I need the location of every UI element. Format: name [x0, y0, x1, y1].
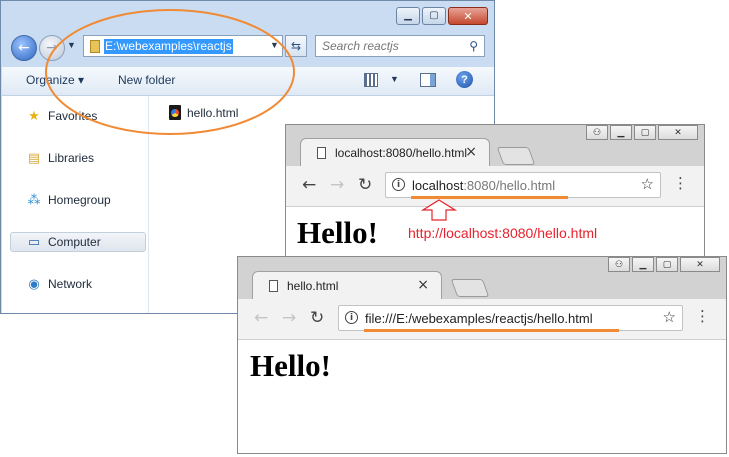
back-button[interactable]: ← [11, 35, 37, 61]
omnibox[interactable]: i localhost:8080/hello.html ☆ [385, 172, 661, 198]
close-button[interactable]: ✕ [680, 257, 720, 272]
reload-icon[interactable]: ↻ [310, 308, 324, 328]
tab-close-icon[interactable]: × [417, 277, 429, 293]
browser-window-localhost: ⚇ ▁ ▢ ✕ localhost:8080/hello.html × ← → … [285, 124, 705, 274]
up-arrow-icon [421, 199, 457, 221]
browser-window-buttons: ⚇ ▁ ▢ ✕ [608, 257, 720, 272]
url-underline [364, 329, 619, 332]
minimize-button[interactable]: ▁ [632, 257, 654, 272]
search-input[interactable] [322, 39, 462, 53]
browser-toolbar: ← → ↻ i localhost:8080/hello.html ☆ ⋮ [286, 166, 704, 207]
close-button[interactable]: ✕ [448, 7, 488, 25]
nav-item-label: Network [48, 277, 93, 291]
maximize-button[interactable]: ▢ [422, 7, 446, 25]
info-icon[interactable]: i [345, 311, 358, 324]
browser-tab[interactable]: localhost:8080/hello.html × [300, 138, 490, 166]
minimize-icon: ▁ [639, 259, 647, 270]
search-box[interactable]: ⚲ [315, 35, 485, 57]
minimize-icon: ▁ [404, 10, 412, 21]
forward-arrow-icon[interactable]: → [330, 175, 344, 195]
browser-window-buttons: ⚇ ▁ ▢ ✕ [586, 125, 698, 140]
new-tab-button[interactable] [450, 279, 490, 297]
profile-button[interactable]: ⚇ [608, 257, 630, 272]
profile-icon: ⚇ [614, 259, 624, 270]
help-icon[interactable]: ? [456, 71, 473, 88]
close-button[interactable]: ✕ [658, 125, 698, 140]
search-icon[interactable]: ⚲ [469, 39, 478, 53]
page-icon [317, 147, 326, 159]
page-viewport: Hello! [238, 340, 726, 453]
maximize-button[interactable]: ▢ [634, 125, 656, 140]
nav-item-libraries[interactable]: ▤ Libraries [26, 148, 94, 168]
nav-item-homegroup[interactable]: ⁂ Homegroup [26, 190, 111, 210]
annotation-url-label: http://localhost:8080/hello.html [408, 225, 598, 241]
maximize-icon: ▢ [429, 10, 439, 21]
back-arrow-icon: ← [18, 40, 30, 56]
bookmark-star-icon[interactable]: ☆ [663, 308, 676, 326]
network-icon: ◉ [28, 276, 40, 292]
url-text[interactable]: localhost:8080/hello.html [412, 178, 555, 193]
bookmark-star-icon[interactable]: ☆ [641, 175, 654, 193]
back-arrow-icon[interactable]: ← [302, 175, 316, 195]
menu-icon[interactable]: ⋮ [695, 309, 710, 324]
nav-item-network[interactable]: ◉ Network [26, 274, 92, 294]
new-tab-button[interactable] [496, 147, 536, 165]
explorer-caption-buttons: ▁ ▢ ✕ [396, 7, 488, 25]
minimize-icon: ▁ [617, 127, 625, 138]
tab-close-icon[interactable]: × [465, 144, 477, 160]
nav-item-label: Computer [48, 235, 101, 249]
close-icon: ✕ [674, 127, 682, 138]
nav-item-label: Libraries [48, 151, 95, 165]
url-text[interactable]: file:///E:/webexamples/reactjs/hello.htm… [365, 311, 593, 326]
browser-toolbar: ← → ↻ i file:///E:/webexamples/reactjs/h… [238, 299, 726, 340]
maximize-button[interactable]: ▢ [656, 257, 678, 272]
tab-title: localhost:8080/hello.html [335, 146, 468, 160]
profile-button[interactable]: ⚇ [586, 125, 608, 140]
nav-item-computer[interactable]: ▭ Computer [26, 232, 101, 252]
libraries-icon: ▤ [27, 150, 41, 166]
url-path: :8080/hello.html [463, 178, 556, 193]
close-icon: ✕ [463, 9, 473, 23]
preview-pane-icon[interactable] [420, 73, 436, 87]
homegroup-icon: ⁂ [27, 192, 41, 208]
page-heading: Hello! [250, 348, 331, 383]
omnibox[interactable]: i file:///E:/webexamples/reactjs/hello.h… [338, 305, 683, 331]
star-icon: ★ [28, 108, 40, 124]
back-arrow-icon[interactable]: ← [254, 308, 268, 328]
tab-title: hello.html [287, 279, 339, 293]
profile-icon: ⚇ [592, 127, 602, 138]
minimize-button[interactable]: ▁ [396, 7, 420, 25]
maximize-icon: ▢ [640, 127, 650, 138]
browser-tab[interactable]: hello.html × [252, 271, 442, 299]
info-icon[interactable]: i [392, 178, 405, 191]
browser-window-file: ⚇ ▁ ▢ ✕ hello.html × ← → ↻ i file:///E:/… [237, 256, 727, 454]
forward-arrow-icon[interactable]: → [282, 308, 296, 328]
highlight-ellipse [45, 9, 295, 135]
url-host: localhost [412, 178, 464, 193]
page-icon [269, 280, 278, 292]
minimize-button[interactable]: ▁ [610, 125, 632, 140]
maximize-icon: ▢ [662, 259, 672, 270]
close-icon: ✕ [696, 259, 704, 270]
reload-icon[interactable]: ↻ [358, 175, 372, 195]
change-view-icon[interactable] [364, 73, 378, 87]
view-options-dropdown-icon[interactable]: ▼ [390, 74, 399, 84]
page-heading: Hello! [297, 215, 378, 250]
computer-icon: ▭ [27, 234, 41, 250]
nav-item-label: Homegroup [48, 193, 111, 207]
menu-icon[interactable]: ⋮ [673, 176, 688, 191]
